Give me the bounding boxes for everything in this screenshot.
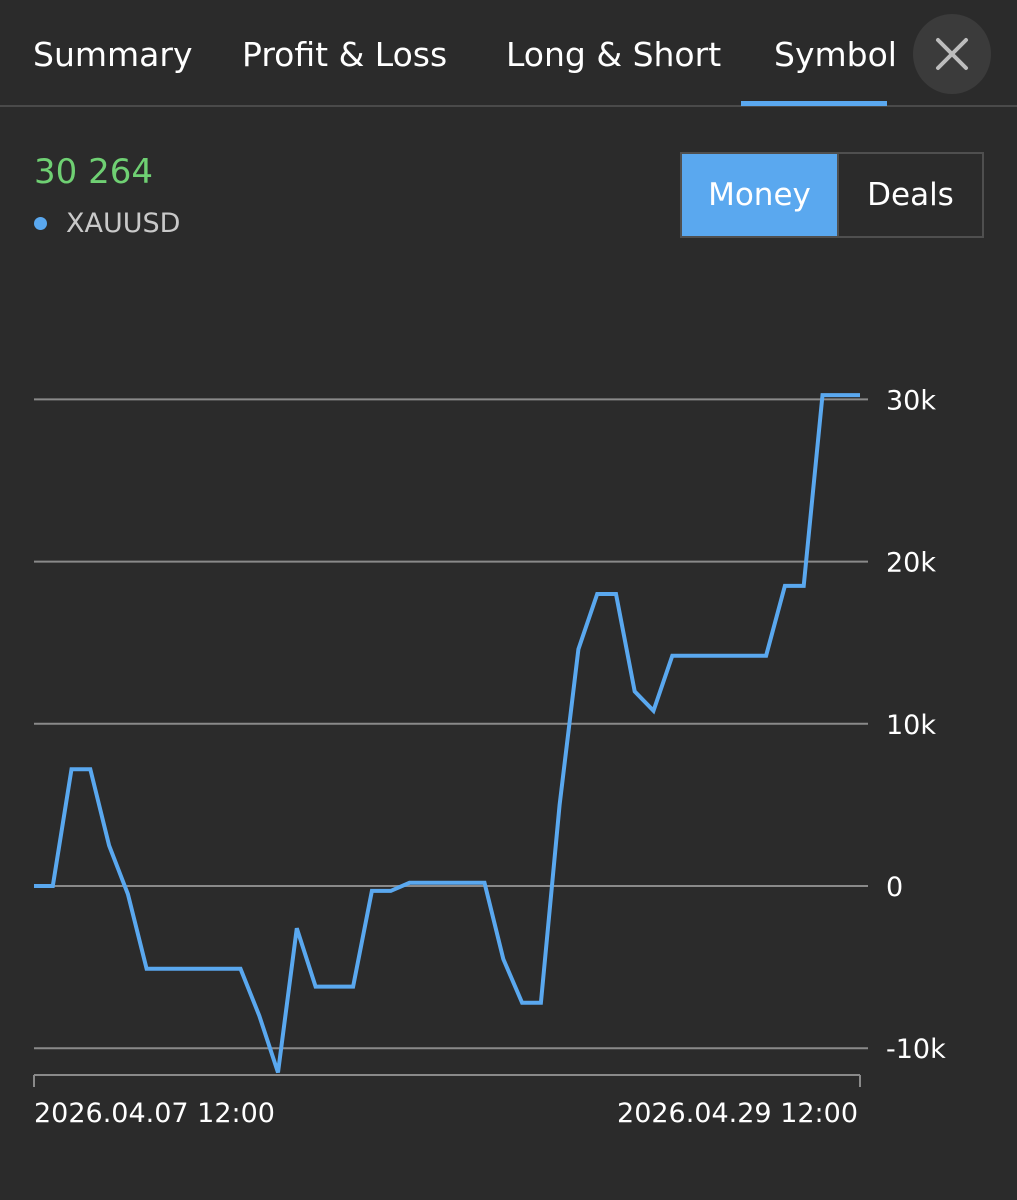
y-tick-label: 30k (886, 385, 936, 416)
y-tick-label: 20k (886, 548, 936, 579)
series-line-xauusd (34, 393, 860, 1074)
x-tick-label-end: 2026.04.29 12:00 (617, 1098, 858, 1129)
y-tick-label: 10k (886, 710, 936, 741)
x-tick-label-start: 2026.04.07 12:00 (34, 1098, 275, 1129)
symbol-report-screen: Summary Profit & Loss Long & Short Symbo… (0, 0, 1017, 1200)
y-tick-label: 0 (886, 872, 903, 903)
y-tick-label: -10k (886, 1034, 946, 1065)
symbol-profit-chart: -10k 0 10k 20k 30k 2026.04.07 12:00 2026.04.2… (33, 385, 946, 1129)
